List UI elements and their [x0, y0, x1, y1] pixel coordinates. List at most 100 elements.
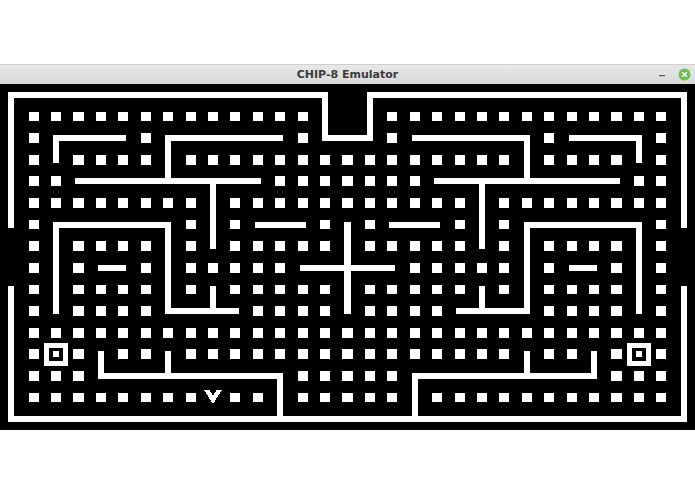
pellet: [73, 263, 83, 273]
pellet: [320, 371, 330, 381]
pellet: [320, 328, 330, 338]
pellet: [365, 371, 375, 381]
pellet: [499, 220, 509, 230]
pellet: [455, 112, 465, 122]
pellet: [634, 328, 644, 338]
pellet: [253, 349, 263, 359]
pellet: [410, 198, 420, 208]
pellet: [208, 328, 218, 338]
pellet: [29, 285, 39, 295]
pellet: [253, 263, 263, 273]
pellet: [141, 133, 151, 143]
pellet: [208, 349, 218, 359]
pellet: [298, 198, 308, 208]
pellet: [253, 241, 263, 251]
wall-segment: [524, 308, 530, 314]
pellet: [73, 393, 83, 403]
pellet: [544, 349, 554, 359]
pellet: [342, 198, 352, 208]
pellet: [567, 112, 577, 122]
wall-segment: [98, 135, 127, 141]
pellet: [589, 393, 599, 403]
pellet: [298, 112, 308, 122]
close-button[interactable]: [677, 68, 691, 82]
pellet: [186, 393, 196, 403]
power-pellet: [630, 345, 649, 363]
pellet: [611, 306, 621, 316]
title-bar[interactable]: CHIP-8 Emulator: [0, 64, 695, 84]
pellet: [342, 328, 352, 338]
pellet: [298, 155, 308, 165]
game-screen[interactable]: [0, 84, 695, 430]
pellet: [455, 263, 465, 273]
pellet: [253, 306, 263, 316]
wall-segment: [53, 286, 59, 314]
pellet: [611, 112, 621, 122]
pellet: [73, 285, 83, 295]
pellet: [522, 112, 532, 122]
pellet: [567, 155, 577, 165]
pellet: [387, 198, 397, 208]
pellet: [522, 393, 532, 403]
pellet: [141, 285, 151, 295]
wall-segment: [636, 135, 642, 163]
pellet: [477, 112, 487, 122]
wall-segment: [591, 351, 597, 379]
pellet: [544, 263, 554, 273]
pellet: [29, 263, 39, 273]
wall-segment: [277, 222, 306, 228]
pellet: [656, 176, 666, 186]
pellet: [275, 306, 285, 316]
pellet: [656, 198, 666, 208]
pellet: [611, 393, 621, 403]
pellet: [230, 285, 240, 295]
pellet: [51, 112, 61, 122]
window-title: CHIP-8 Emulator: [60, 66, 635, 84]
pellet: [253, 328, 263, 338]
wall-segment: [344, 286, 350, 314]
pellet: [387, 241, 397, 251]
pellet: [298, 133, 308, 143]
pellet: [477, 328, 487, 338]
wall-segment: [210, 308, 239, 314]
window-controls: [635, 68, 695, 82]
pellet: [275, 285, 285, 295]
pellet: [410, 349, 420, 359]
pellet: [320, 220, 330, 230]
pellet: [230, 112, 240, 122]
pellet: [499, 285, 509, 295]
pellet: [656, 285, 666, 295]
pellet: [29, 198, 39, 208]
pellet: [253, 285, 263, 295]
pellet: [410, 241, 420, 251]
pellet: [342, 371, 352, 381]
pellet: [51, 198, 61, 208]
wall-segment: [232, 178, 261, 184]
pellet: [141, 155, 151, 165]
wall-segment: [232, 308, 238, 314]
wall-segment: [98, 265, 127, 271]
pellet: [141, 263, 151, 273]
pellet: [656, 220, 666, 230]
minimize-button[interactable]: [655, 68, 669, 82]
pellet: [186, 155, 196, 165]
pellet: [29, 176, 39, 186]
pellet: [567, 393, 577, 403]
wall-segment: [524, 286, 530, 314]
pellet: [365, 220, 375, 230]
pellet: [455, 349, 465, 359]
pellet: [186, 198, 196, 208]
pellet: [141, 306, 151, 316]
pellet: [387, 328, 397, 338]
pellet: [589, 306, 599, 316]
pellet: [96, 328, 106, 338]
wall-segment: [636, 308, 642, 314]
wall-segment: [367, 135, 373, 141]
pellet: [230, 220, 240, 230]
pellet: [298, 176, 308, 186]
pellet: [253, 198, 263, 208]
wall-segment: [255, 178, 261, 184]
pellet: [163, 393, 173, 403]
pellet: [477, 349, 487, 359]
pellet: [29, 328, 39, 338]
